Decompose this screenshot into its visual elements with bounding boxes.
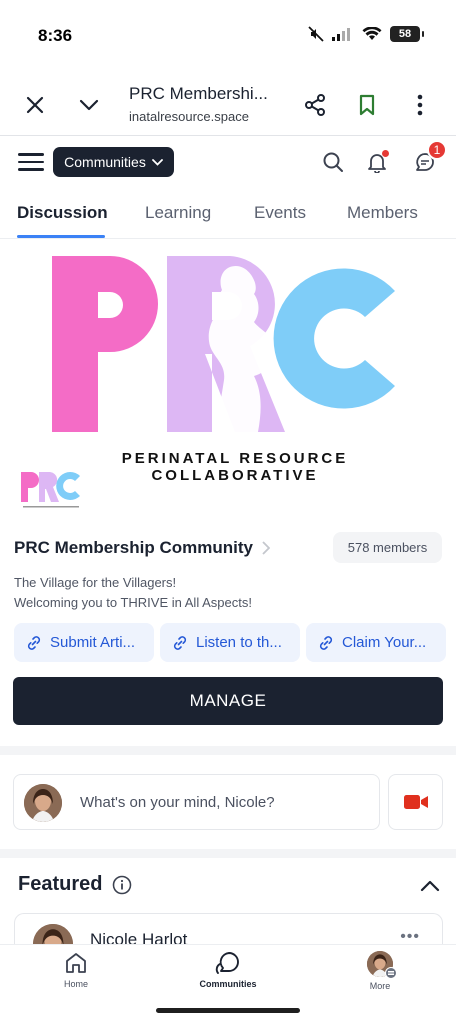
nav-label: More bbox=[369, 981, 391, 991]
bookmark-button[interactable] bbox=[350, 88, 384, 122]
menu-button[interactable] bbox=[18, 149, 44, 175]
quick-links: Submit Arti... Listen to th... Claim You… bbox=[14, 623, 454, 662]
battery-icon: 58 bbox=[390, 26, 424, 42]
bottom-navigation: Home Communities More bbox=[0, 944, 456, 1000]
bookmark-icon bbox=[359, 94, 375, 116]
hamburger-line bbox=[18, 153, 44, 156]
home-icon bbox=[66, 953, 86, 973]
mute-icon bbox=[308, 26, 324, 42]
quick-link-claim[interactable]: Claim Your... bbox=[306, 623, 446, 662]
prc-logo bbox=[52, 256, 395, 432]
community-name-link[interactable]: PRC Membership Community bbox=[14, 538, 270, 558]
page-title: PRC Membershi... bbox=[129, 84, 268, 103]
collapse-button[interactable] bbox=[72, 88, 106, 122]
app-header: Communities 1 bbox=[0, 137, 456, 187]
video-camera-icon bbox=[403, 795, 428, 809]
nav-label: Home bbox=[63, 979, 88, 989]
avatar bbox=[367, 951, 397, 979]
composer-placeholder: What's on your mind, Nicole? bbox=[80, 794, 275, 811]
communities-dropdown[interactable]: Communities bbox=[53, 147, 174, 177]
status-time: 8:36 bbox=[38, 26, 73, 45]
section-divider bbox=[0, 849, 456, 858]
chevron-right-icon bbox=[262, 541, 270, 555]
share-icon bbox=[305, 94, 325, 116]
notification-dot bbox=[382, 150, 389, 157]
close-icon bbox=[26, 96, 44, 114]
wifi-icon bbox=[362, 27, 382, 40]
featured-section-header: Featured bbox=[18, 873, 132, 896]
communities-dropdown-label: Communities bbox=[64, 154, 146, 170]
go-live-button[interactable] bbox=[388, 774, 443, 830]
active-tab-indicator bbox=[17, 235, 105, 238]
quick-link-submit[interactable]: Submit Arti... bbox=[14, 623, 154, 662]
share-button[interactable] bbox=[298, 88, 332, 122]
status-bar: 8:36 58 bbox=[0, 0, 456, 74]
menu-badge-icon bbox=[385, 967, 397, 979]
link-icon bbox=[173, 635, 187, 650]
chat-count-badge: 1 bbox=[427, 140, 447, 160]
status-icons: 58 bbox=[308, 26, 424, 42]
avatar bbox=[24, 784, 62, 822]
hamburger-line bbox=[18, 160, 44, 164]
link-icon bbox=[27, 635, 41, 650]
info-icon[interactable] bbox=[112, 875, 132, 895]
close-button[interactable] bbox=[18, 88, 52, 122]
tab-learning[interactable]: Learning bbox=[145, 203, 211, 223]
section-divider bbox=[0, 746, 456, 755]
link-icon bbox=[319, 635, 333, 650]
hamburger-line bbox=[18, 168, 44, 171]
signal-icon bbox=[332, 28, 350, 41]
quick-link-label: Listen to th... bbox=[196, 634, 282, 651]
tab-discussion[interactable]: Discussion bbox=[17, 203, 108, 223]
community-banner: PERINATAL RESOURCE COLLABORATIVE bbox=[0, 240, 456, 518]
home-indicator[interactable] bbox=[156, 1008, 300, 1013]
page-url[interactable]: inatalresource.space bbox=[129, 109, 249, 124]
communities-icon bbox=[215, 952, 239, 974]
community-name: PRC Membership Community bbox=[14, 538, 253, 557]
chevron-down-icon bbox=[151, 158, 163, 166]
description-line: The Village for the Villagers! bbox=[14, 575, 177, 590]
manage-button[interactable]: MANAGE bbox=[13, 677, 443, 725]
community-avatar-logo bbox=[17, 468, 85, 512]
overflow-menu-button[interactable] bbox=[403, 88, 437, 122]
member-count-badge[interactable]: 578 members bbox=[333, 532, 442, 563]
nav-home[interactable]: Home bbox=[31, 951, 121, 989]
quick-link-label: Submit Arti... bbox=[50, 634, 136, 651]
quick-link-label: Claim Your... bbox=[342, 634, 427, 651]
nav-label: Communities bbox=[199, 979, 257, 989]
quick-link-listen[interactable]: Listen to th... bbox=[160, 623, 300, 662]
tab-events[interactable]: Events bbox=[254, 203, 306, 223]
description-line: Welcoming you to THRIVE in All Aspects! bbox=[14, 595, 252, 610]
nav-communities[interactable]: Communities bbox=[183, 951, 273, 989]
post-composer[interactable]: What's on your mind, Nicole? bbox=[13, 774, 380, 830]
chat-button[interactable]: 1 bbox=[411, 140, 447, 176]
chevron-up-icon[interactable] bbox=[418, 876, 442, 896]
notifications-button[interactable] bbox=[363, 148, 391, 176]
community-description: The Village for the Villagers! Welcoming… bbox=[14, 573, 252, 613]
search-button[interactable] bbox=[319, 148, 347, 176]
community-tabs: Discussion Learning Events Members bbox=[0, 187, 456, 239]
banner-tagline: PERINATAL RESOURCE COLLABORATIVE bbox=[121, 450, 349, 484]
browser-toolbar: PRC Membershi... inatalresource.space bbox=[0, 74, 456, 136]
featured-title: Featured bbox=[18, 873, 103, 895]
tab-members[interactable]: Members bbox=[347, 203, 418, 223]
more-vertical-icon bbox=[417, 94, 423, 116]
nav-more[interactable]: More bbox=[335, 951, 425, 991]
chevron-down-icon bbox=[79, 99, 99, 111]
search-icon bbox=[323, 152, 343, 172]
